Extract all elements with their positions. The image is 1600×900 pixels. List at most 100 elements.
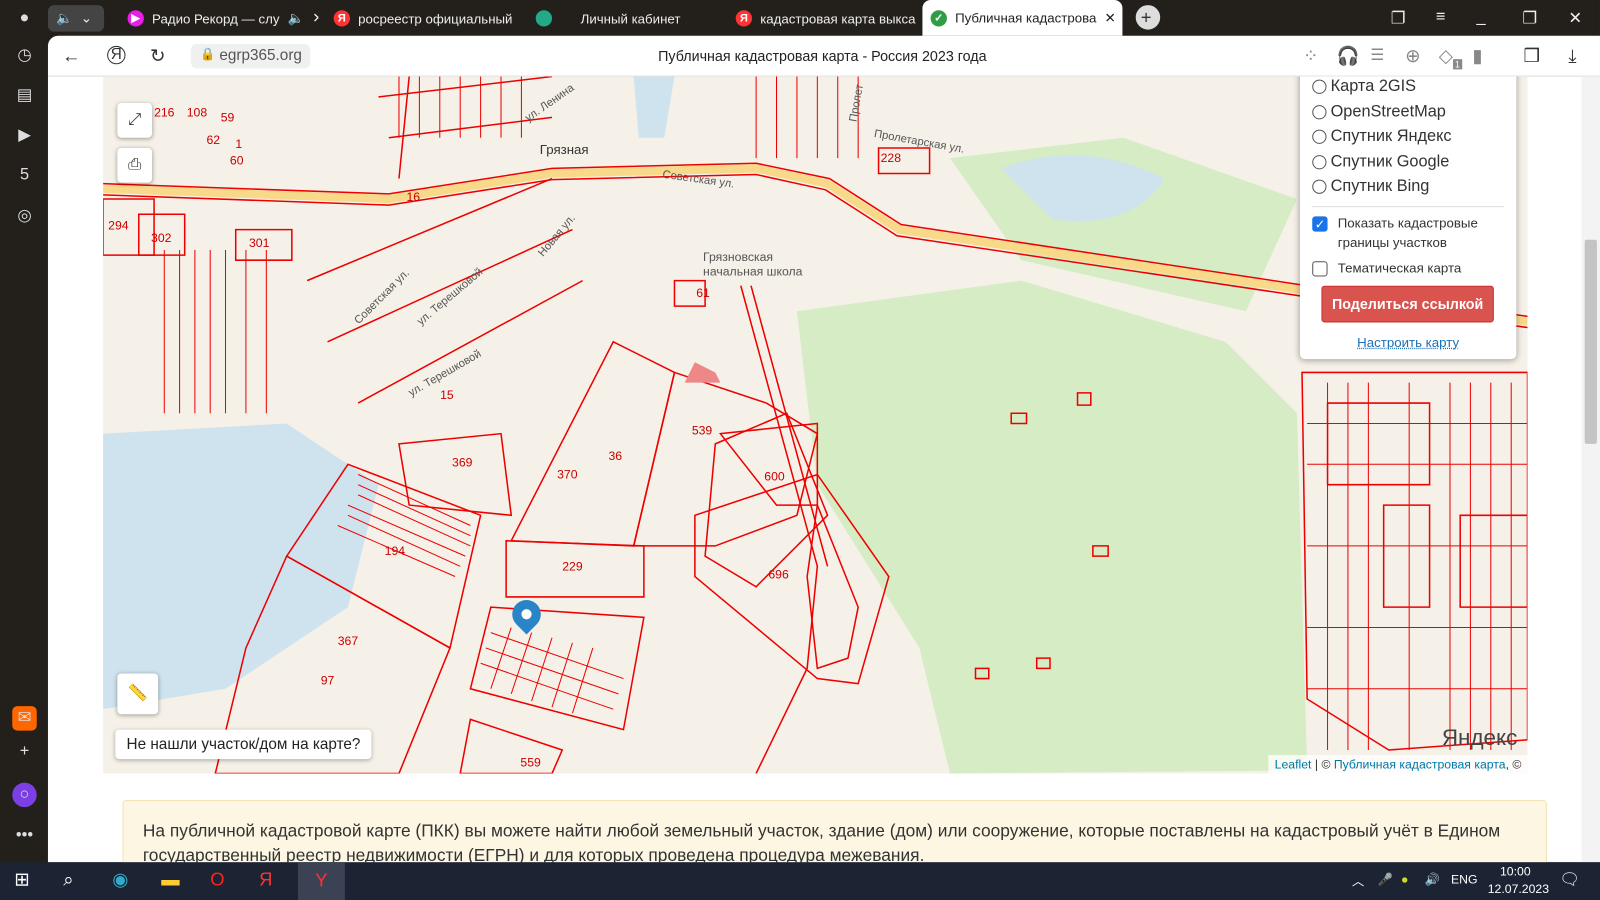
close-icon[interactable]: ✕ [312,10,318,26]
screenshot-icon[interactable]: ◎ [12,204,36,228]
collections-icon[interactable]: ▤ [12,84,36,108]
reload-icon[interactable]: ↻ [150,46,165,67]
parcel-label[interactable]: 367 [338,634,358,648]
parcel-label[interactable]: 36 [608,449,622,463]
parcel-label[interactable]: 62 [206,133,220,147]
parcel-label[interactable]: 216 [154,105,174,119]
fullscreen-button[interactable]: ⤢ [117,103,153,138]
parcel-label[interactable]: 61 [696,286,710,300]
tab-4-active[interactable]: ✓ Публичная кадастрова ✕ [922,0,1123,36]
new-tab-button[interactable]: + [1135,5,1161,30]
alice-icon[interactable]: ○ [12,782,37,808]
layer-osm[interactable]: OpenStreetMap [1312,99,1504,124]
parcel-label[interactable]: 108 [187,105,207,119]
reader-icon[interactable]: ☰ [1370,46,1384,64]
cadastral-map[interactable]: 216 108 59 62 1 60 294 302 301 228 61 53… [103,76,1528,774]
parcel-label[interactable]: 696 [768,567,788,581]
leaflet-link[interactable]: Leaflet [1275,757,1312,771]
yandex-app-icon[interactable]: Я [259,869,272,890]
clock-date[interactable]: 12.07.2023 [1488,882,1549,896]
tab-0[interactable]: ▶ Радио Рекорд — слу 🔈 ✕ [119,3,318,34]
parcel-label[interactable]: 229 [562,559,582,573]
parcel-label[interactable]: 15 [440,388,454,402]
show-borders-checkbox[interactable]: ✓ Показать кадастровые границы участков [1312,213,1504,252]
parcel-label[interactable]: 60 [230,153,244,167]
extension-icon[interactable]: ◇ 1 [1439,46,1463,69]
tab-1[interactable]: Яросреестр официальный [326,3,520,34]
minimize-icon[interactable]: _ [1477,8,1486,26]
download-icon[interactable]: ⤓ [1568,46,1576,67]
restore-icon[interactable]: ❐ [1522,8,1537,28]
layer-2gis[interactable]: Карта 2GIS [1312,77,1504,100]
parcel-label[interactable]: 59 [221,110,235,124]
video-icon[interactable]: ▶ [12,123,36,147]
tabs-list-icon[interactable]: ❐ [1391,8,1406,28]
parcel-label[interactable]: 228 [881,151,901,165]
parcel-label[interactable]: 370 [557,467,577,481]
search-icon[interactable]: ⌕ [63,869,73,890]
language-indicator[interactable]: ENG [1451,872,1478,886]
tray-chevron-icon[interactable]: ︿ [1352,872,1364,889]
attribution-tail: , © [1505,757,1522,772]
thematic-map-checkbox[interactable]: Тематическая карта [1312,258,1504,277]
edge-icon[interactable]: ◉ [112,869,128,890]
parcel-label[interactable]: 369 [452,455,472,469]
ruler-button[interactable]: 📏 [117,673,159,715]
page-title: Публичная кадастровая карта - Россия 202… [658,47,987,65]
layer-label: Спутник Bing [1330,177,1430,196]
audio-tabs-button[interactable]: 🔈 ⌄ [47,5,105,32]
clock-time[interactable]: 10:00 [1500,864,1531,878]
yandex-icon[interactable]: Я [107,45,126,65]
parcel-label[interactable]: 600 [764,469,784,483]
configure-map-link[interactable]: Настроить карту [1312,334,1504,349]
print-button[interactable]: ⎙ [117,147,153,183]
parcel-label[interactable]: 194 [385,544,405,558]
bookmark-icon[interactable]: ▮ [1472,46,1482,67]
share-link-button[interactable]: Поделиться ссылкой [1321,285,1494,322]
explorer-icon[interactable]: ▬ [161,869,179,890]
close-icon[interactable]: ✕ [1105,10,1116,26]
notifications-icon[interactable]: 🗨 [1559,869,1580,889]
pkk-link[interactable]: Публичная кадастровая карта [1334,757,1506,771]
back-icon[interactable]: ← [62,46,80,67]
layers-panel: Карта 2GIS OpenStreetMap Спутник Яндекс … [1299,76,1517,360]
parcel-label[interactable]: 16 [406,190,420,204]
close-window-icon[interactable]: ✕ [1568,8,1582,28]
add-icon[interactable]: + [12,740,36,764]
parcel-label[interactable]: 559 [520,755,540,769]
parcel-label[interactable]: 539 [692,423,712,437]
school-building [684,362,721,383]
tab-2[interactable]: Личный кабинет [528,3,722,34]
mic-icon[interactable]: 🎤 [1378,872,1393,886]
opera-icon[interactable]: O [210,869,224,890]
layer-yandex-sat[interactable]: Спутник Яндекс [1312,124,1504,149]
history-icon[interactable]: ◷ [12,44,36,68]
page-scrollbar[interactable] [1581,76,1600,863]
layer-label: Спутник Яндекс [1330,127,1452,146]
lock-icon: 🔒 [199,46,216,62]
url-field[interactable]: 🔒 egrp365.org [190,43,311,69]
bookmarks-panel-icon[interactable]: ❒ [1523,46,1539,67]
yandex-browser-icon[interactable]: Y [297,862,345,900]
parcel-label[interactable]: 1 [235,137,242,151]
tray-app-icon[interactable]: ● [1401,872,1408,886]
parcel-label[interactable]: 294 [108,218,128,232]
layer-bing-sat[interactable]: Спутник Bing [1312,174,1504,199]
layer-google-sat[interactable]: Спутник Google [1312,149,1504,174]
parcel-label[interactable]: 301 [249,236,269,250]
mail-icon[interactable]: ✉ [12,706,37,731]
zoom-icon[interactable]: ⊕ [1405,46,1420,67]
profile-icon[interactable]: ● [12,6,36,30]
not-found-button[interactable]: Не нашли участок/дом на карте? [115,729,372,760]
more-icon[interactable]: ••• [12,823,36,847]
menu-icon[interactable]: ≡ [1436,8,1446,26]
headphones-icon[interactable]: 🎧 [1337,46,1360,67]
volume-icon[interactable]: 🔊 [1424,872,1439,886]
parcel-label[interactable]: 97 [321,673,335,687]
apps-icon[interactable]: ⁘ [1303,46,1318,67]
parcel-label[interactable]: 302 [151,231,171,245]
tab5-icon[interactable]: 5 [12,163,36,187]
windows-start-icon[interactable]: ⊞ [14,869,29,890]
tab-3[interactable]: Якадастровая карта выкса [728,3,922,34]
scrollbar-thumb[interactable] [1584,239,1597,444]
